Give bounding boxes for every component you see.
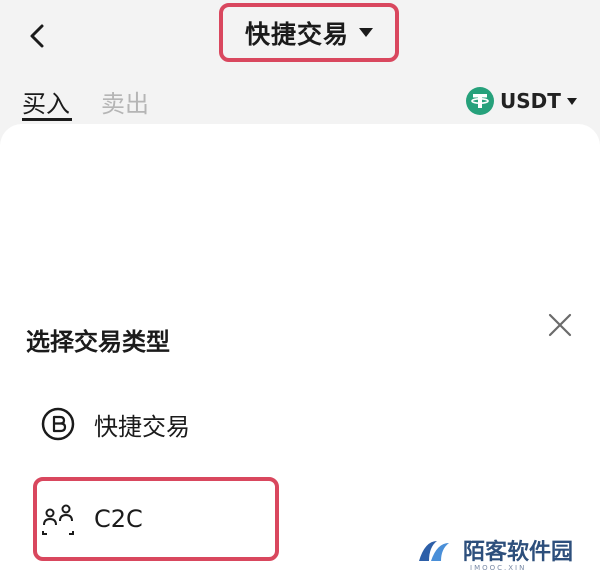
back-button[interactable] <box>22 16 58 56</box>
close-button[interactable] <box>546 311 574 339</box>
option-c2c[interactable]: C2C <box>40 497 143 541</box>
watermark: 陌客软件园 IMOOC.XIN <box>415 534 574 572</box>
active-tab-indicator <box>22 118 72 121</box>
sheet-title: 选择交易类型 <box>26 328 170 356</box>
caret-down-icon <box>359 28 373 37</box>
bitcoin-circle-icon <box>41 407 75 441</box>
tab-buy[interactable]: 买入 <box>22 84 70 119</box>
option-label: C2C <box>94 505 143 533</box>
people-scan-icon <box>42 504 74 535</box>
option-label: 快捷交易 <box>94 412 190 441</box>
trade-type-selector[interactable]: 快捷交易 <box>219 3 399 62</box>
chevron-left-icon <box>30 24 44 48</box>
caret-down-icon <box>566 97 577 105</box>
currency-selector[interactable]: USDT <box>466 86 577 116</box>
watermark-logo-icon <box>419 541 449 561</box>
watermark-text: 陌客软件园 <box>463 539 574 565</box>
top-bar: 快捷交易 <box>0 0 600 72</box>
currency-label: USDT <box>500 89 561 113</box>
tab-sell[interactable]: 卖出 <box>101 84 149 119</box>
close-icon <box>548 313 572 337</box>
option-quick-trade[interactable]: 快捷交易 <box>40 402 190 446</box>
watermark-subtext: IMOOC.XIN <box>470 564 527 572</box>
tether-icon <box>466 87 494 115</box>
page-title: 快捷交易 <box>244 19 349 49</box>
